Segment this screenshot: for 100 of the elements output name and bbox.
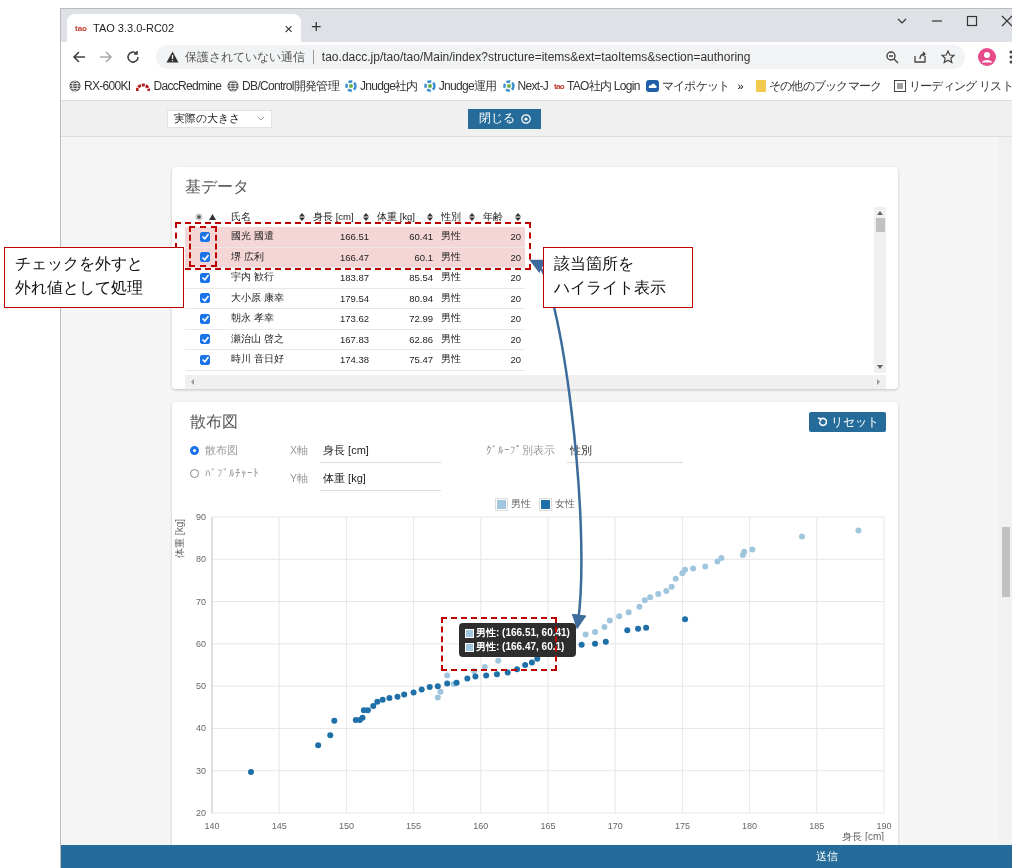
table-cell: 167.83 <box>339 333 369 345</box>
url-text: tao.dacc.jp/tao/tao/Main/index?structure=items&ext=taoItems&section=authoring <box>321 50 751 64</box>
table-cell: 20 <box>510 333 521 345</box>
field-label: X軸 <box>290 444 308 458</box>
x-tick-label: 160 <box>473 821 489 831</box>
table-row[interactable]: 國光 國遣 166.51 60.41 男性 20 <box>185 227 525 248</box>
x-tick-label: 180 <box>742 821 758 831</box>
table-row[interactable]: 宇内 歓行 183.87 85.54 男性 20 <box>185 268 525 289</box>
table-cell: 瀬治山 啓之 <box>231 332 284 346</box>
browser-tab[interactable]: tao TAO 3.3.0-RC02 × <box>67 14 301 42</box>
y-tick-label: 30 <box>196 765 206 776</box>
x-tick-label: 175 <box>674 821 690 831</box>
y-tick-label: 40 <box>196 723 206 734</box>
table-cell: 20 <box>510 292 521 304</box>
table-row[interactable]: 大小原 康幸 179.54 80.94 男性 20 <box>185 288 525 309</box>
table-cell: 166.51 <box>339 231 369 243</box>
table-cell: 166.47 <box>339 251 369 263</box>
bookmark-item[interactable]: DaccRedmine <box>136 79 222 93</box>
address-bar[interactable]: 保護されていない通信 tao.dacc.jp/tao/tao/Main/index?structure=items&ext=taoItems&section=authoring <box>155 45 966 69</box>
field-label: ｸﾞﾙｰﾌﾟ別表示 <box>486 444 555 458</box>
table-cell: 堺 広利 <box>231 250 264 264</box>
bookmark-label: TAO社内 Login <box>566 77 640 95</box>
table-cell: 85.54 <box>409 272 433 284</box>
bookmark-label: マイポケット <box>661 77 730 95</box>
x-tick-label: 155 <box>406 821 422 831</box>
column-header[interactable]: 年齢 <box>483 210 503 224</box>
y-tick-label: 80 <box>196 554 206 565</box>
legend-label: 男性 <box>511 497 531 511</box>
table-cell: 75.47 <box>409 354 433 366</box>
reset-button[interactable]: リセット <box>809 412 886 432</box>
tooltip-text: 男性: (166.47, 60.1) <box>476 640 565 654</box>
tab-favicon-logo: tao <box>75 23 87 33</box>
table-cell: 179.54 <box>339 292 369 304</box>
table-cell: 宇内 歓行 <box>231 271 274 285</box>
tab-close-button[interactable]: × <box>284 19 293 37</box>
y-tick-label: 70 <box>196 596 206 607</box>
x-tick-label: 170 <box>607 821 623 831</box>
column-header[interactable]: 氏名 <box>231 210 251 224</box>
card-title: 散布図 <box>190 412 238 432</box>
table-cell: 20 <box>510 354 521 366</box>
zoom-select[interactable]: 実際の大きさ <box>167 109 272 128</box>
bookmark-logo: tao <box>554 81 564 91</box>
y-tick-label: 50 <box>196 681 206 692</box>
y-tick-label: 60 <box>196 638 206 649</box>
table-row[interactable]: 瀬治山 啓之 167.83 62.86 男性 20 <box>185 329 525 350</box>
bookmark-item[interactable]: Jnudge社内 <box>345 77 418 95</box>
table-cell: 男性 <box>441 312 461 326</box>
table-cell: 72.99 <box>409 313 433 325</box>
table-cell: 男性 <box>441 332 461 346</box>
table-cell: 173.62 <box>339 313 369 325</box>
table-cell: 男性 <box>441 291 461 305</box>
table-cell: 男性 <box>441 230 461 244</box>
bookmark-item[interactable]: RX-600KI <box>69 79 131 93</box>
x-tick-label: 190 <box>876 821 892 831</box>
table-cell: 20 <box>510 231 521 243</box>
tab-title: TAO 3.3.0-RC02 <box>93 22 176 34</box>
bookmark-item[interactable]: Next-J <box>502 79 549 93</box>
radio-label: 散布図 <box>205 443 238 458</box>
table-cell: 男性 <box>441 250 461 264</box>
bookmark-label: Jnudge社内 <box>360 77 418 95</box>
y-tick-label: 90 <box>196 512 206 522</box>
table-row[interactable]: 時川 音日好 174.38 75.47 男性 20 <box>185 350 525 371</box>
table-cell: 大小原 康幸 <box>231 291 284 305</box>
table-cell: 20 <box>510 272 521 284</box>
x-tick-label: 150 <box>338 821 354 831</box>
security-label: 保護されていない通信 <box>184 48 305 66</box>
zoom-select-value: 実際の大きさ <box>174 111 240 126</box>
radio-label: ﾊﾞﾌﾞﾙﾁｬｰﾄ <box>205 467 259 479</box>
table-cell: 62.86 <box>409 333 433 345</box>
table-cell: 國光 國遣 <box>231 230 274 244</box>
table-cell: 20 <box>510 313 521 325</box>
column-header[interactable]: 性別 <box>441 210 461 224</box>
bookmark-label: DaccRedmine <box>153 79 222 93</box>
table-cell: 20 <box>510 251 521 263</box>
bookmark-item[interactable]: Jnudge運用 <box>423 77 497 95</box>
table-cell: 80.94 <box>409 292 433 304</box>
legend-label: 女性 <box>555 497 575 511</box>
column-header[interactable]: 身長 [cm] <box>313 210 354 224</box>
table-cell: 174.38 <box>339 354 369 366</box>
y-axis-field[interactable]: 体重 [kg] <box>320 467 441 491</box>
x-tick-label: 185 <box>809 821 825 831</box>
new-tab-button[interactable]: + <box>311 17 322 38</box>
tooltip-text: 男性: (166.51, 60.41) <box>476 626 570 640</box>
submit-button[interactable]: 送信 <box>816 849 838 864</box>
table-cell: 60.41 <box>409 231 433 243</box>
x-tick-label: 140 <box>204 821 220 831</box>
table-cell: 60.1 <box>414 251 433 263</box>
callout-text: 該当箇所を ハイライト表示 <box>543 247 693 308</box>
y-tick-label: 20 <box>196 808 206 818</box>
bookmark-label: Next-J <box>517 79 549 93</box>
x-axis-field[interactable]: 身長 [cm] <box>320 439 441 463</box>
column-header[interactable]: 体重 [kg] <box>377 210 415 224</box>
x-tick-label: 165 <box>540 821 556 831</box>
bookmark-item[interactable]: マイポケット <box>645 77 730 95</box>
table-cell: 183.87 <box>339 272 369 284</box>
table-cell: 朝永 孝幸 <box>231 312 274 326</box>
bookmark-item[interactable]: tao TAO社内 Login <box>554 77 640 95</box>
more-bookmarks-button[interactable]: » <box>737 80 744 92</box>
table-row[interactable]: 朝永 孝幸 173.62 72.99 男性 20 <box>185 309 525 330</box>
close-button[interactable]: 閉じる <box>468 108 541 129</box>
